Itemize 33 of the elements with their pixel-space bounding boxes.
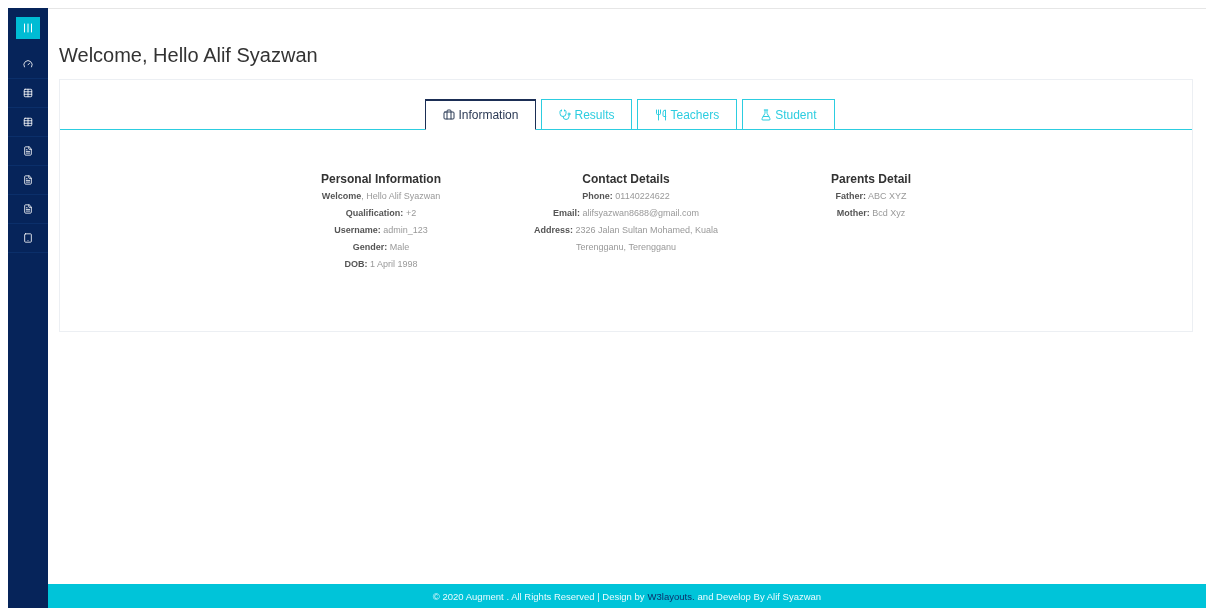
section-heading: Personal Information (321, 172, 441, 186)
page-title: Welcome, Hello Alif Syazwan (59, 44, 319, 67)
document-icon (23, 204, 33, 214)
footer-text: and Develop By Alif Syazwan (697, 590, 822, 602)
footer-link[interactable]: W3layouts. (647, 590, 695, 602)
section-heading: Contact Details (582, 172, 670, 186)
flask-icon (760, 108, 773, 121)
section-heading: Parents Detail (830, 172, 911, 186)
tablet-icon (23, 233, 33, 243)
document-icon (23, 175, 33, 185)
tab[interactable]: Results (541, 99, 633, 130)
detail-line: Username: admin_123 (334, 224, 428, 237)
document-icon (23, 146, 33, 156)
detail-line: Address: 2326 Jalan Sultan Mohamed, Kuala Terengganu, Terengganu (532, 224, 720, 254)
utensils-icon (655, 108, 668, 121)
table-icon (23, 88, 33, 98)
gauge-icon (23, 59, 33, 69)
detail-line: Qualification: +2 (345, 207, 417, 220)
tab[interactable]: Student (742, 99, 835, 130)
detail-line: Welcome, Hello Alif Syazwan (321, 190, 441, 203)
stethoscope-icon (559, 108, 572, 121)
detail-line: Gender: Male (352, 241, 410, 254)
tab[interactable]: Information (425, 99, 537, 130)
detail-line: DOB: 1 April 1998 (344, 258, 418, 271)
briefcase-icon (443, 109, 456, 121)
detail-line: Phone: 01140224622 (582, 190, 670, 203)
footer-text: © 2020 Augment . All Rights Reserved | Design by (432, 590, 645, 602)
detail-line: Mother: Bcd Xyz (836, 207, 906, 220)
menu-icon (22, 22, 34, 34)
table-icon (23, 117, 33, 127)
tab[interactable]: Teachers (637, 99, 738, 130)
detail-line: Email: alifsyazwan8688@gmail.com (552, 207, 700, 220)
detail-line: Father: ABC XYZ (835, 190, 907, 203)
